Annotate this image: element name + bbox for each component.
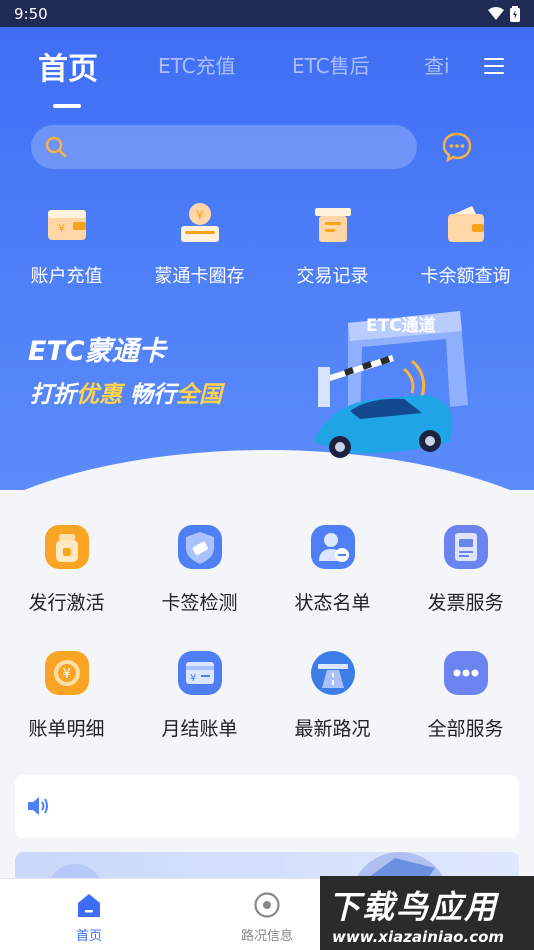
service-label: 状态名单	[294, 592, 371, 614]
service-label: 发行激活	[28, 592, 105, 614]
hamburger-menu-icon[interactable]	[484, 58, 504, 76]
active-tab-indicator	[53, 104, 81, 108]
transaction-record-icon	[314, 208, 351, 242]
quick-actions: ¥ 账户充值 ¥ 蒙通卡圈存 交易记录 卡余额查询	[0, 200, 534, 290]
invoice-icon	[443, 525, 488, 569]
top-tab-bar: 首页 ETC充值 ETC售后 查i	[0, 40, 534, 100]
svg-text:¥: ¥	[62, 667, 70, 682]
watermark-main: 下载鸟应用	[328, 888, 499, 926]
svg-text:¥: ¥	[196, 208, 204, 222]
banner-title: ETC蒙通卡	[28, 336, 166, 367]
activation-icon	[44, 525, 89, 569]
service-monthly-bill[interactable]: ¥ 月结账单	[133, 650, 266, 741]
home-icon	[78, 894, 100, 917]
nav-road-info[interactable]: 路况信息	[222, 891, 312, 944]
quick-label: 账户充值	[30, 266, 103, 287]
banner-sub-d: 全国	[176, 382, 223, 408]
quick-label: 蒙通卡圈存	[154, 266, 245, 287]
banner-sub-a: 打折	[30, 382, 76, 408]
service-label: 发票服务	[427, 592, 504, 614]
banner-subtitle: 打折优惠 畅行全国	[30, 375, 222, 409]
quick-card-balance[interactable]: 卡余额查询	[399, 200, 532, 288]
search-input[interactable]	[31, 125, 417, 169]
etc-promo-banner[interactable]: ETC蒙通卡 打折优惠 畅行全国 ETC通道	[0, 295, 534, 475]
search-bar[interactable]	[31, 125, 417, 169]
monthly-bill-icon: ¥	[177, 651, 222, 695]
tab-home[interactable]: 首页	[38, 44, 98, 88]
etc-gate-illustration: ETC通道	[314, 311, 468, 458]
service-label: 最新路况	[294, 718, 371, 740]
service-issue-activate[interactable]: 发行激活	[0, 524, 133, 615]
watermark-url: www.xiazainiao.com	[332, 928, 505, 946]
quick-account-recharge[interactable]: ¥ 账户充值	[0, 200, 133, 288]
quick-transaction-record[interactable]: 交易记录	[266, 200, 399, 288]
tab-etc-recharge[interactable]: ETC充值	[158, 50, 236, 79]
chat-bubble-icon[interactable]	[441, 131, 473, 163]
nav-label: 首页	[75, 929, 102, 944]
service-all-services[interactable]: 全部服务	[399, 650, 532, 741]
site-watermark: 下载鸟应用 www.xiazainiao.com	[320, 876, 534, 950]
road-condition-icon	[310, 651, 355, 695]
service-road-condition[interactable]: 最新路况	[266, 650, 399, 741]
status-list-icon	[310, 525, 355, 569]
services-grid: 发行激活 卡签检测 状态名单 发票服务 ¥ 账单明细 ¥ 月结账单 最新路况 全…	[0, 518, 534, 758]
quick-label: 卡余额查询	[420, 266, 511, 287]
notice-bar[interactable]	[15, 775, 519, 838]
service-card-detect[interactable]: 卡签检测	[133, 524, 266, 615]
wallet-recharge-icon: ¥	[47, 210, 86, 240]
svg-text:¥: ¥	[58, 222, 65, 235]
service-status-list[interactable]: 状态名单	[266, 524, 399, 615]
service-bill-detail[interactable]: ¥ 账单明细	[0, 650, 133, 741]
card-deposit-icon: ¥	[180, 203, 219, 242]
service-label: 月结账单	[161, 718, 238, 740]
wifi-icon	[488, 6, 504, 20]
gate-label: ETC通道	[366, 315, 436, 336]
search-icon	[45, 136, 67, 158]
nav-home[interactable]: 首页	[44, 891, 134, 944]
card-detect-icon	[177, 525, 222, 569]
road-info-icon	[254, 892, 280, 918]
banner-sub-c: 畅行	[130, 382, 177, 408]
card-balance-icon	[447, 206, 484, 242]
quick-card-deposit[interactable]: ¥ 蒙通卡圈存	[133, 200, 266, 288]
status-bar: 9:50	[0, 0, 534, 27]
service-label: 全部服务	[427, 718, 504, 740]
bill-detail-icon: ¥	[44, 651, 89, 695]
banner-sub-b: 优惠	[76, 382, 122, 408]
battery-icon	[510, 5, 520, 22]
service-label: 卡签检测	[161, 592, 238, 614]
tab-query[interactable]: 查i	[424, 50, 450, 79]
service-label: 账单明细	[28, 718, 105, 740]
speaker-icon	[28, 797, 48, 815]
nav-label: 路况信息	[240, 929, 293, 944]
svg-text:¥: ¥	[190, 673, 196, 684]
tab-etc-aftersales[interactable]: ETC售后	[292, 50, 370, 79]
all-services-icon	[443, 651, 488, 695]
status-time: 9:50	[14, 4, 48, 23]
quick-label: 交易记录	[296, 266, 369, 287]
service-invoice[interactable]: 发票服务	[399, 524, 532, 615]
